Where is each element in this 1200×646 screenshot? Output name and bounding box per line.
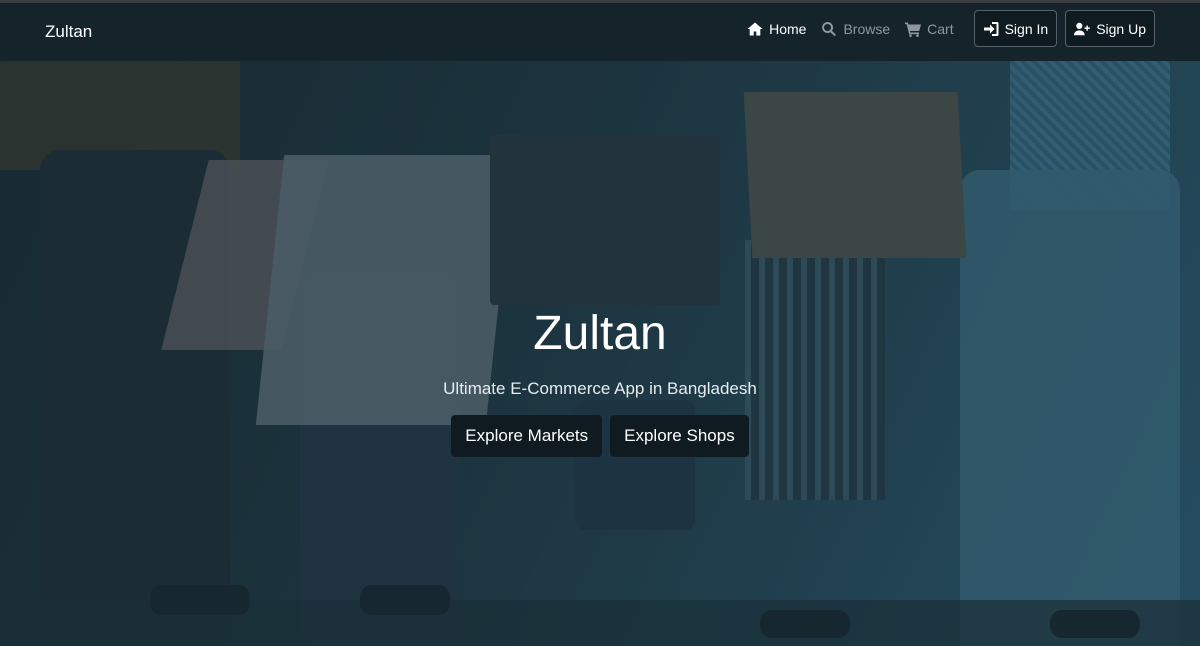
nav-browse-link[interactable]: Browse bbox=[821, 11, 890, 47]
nav-home-label: Home bbox=[769, 20, 807, 37]
nav-cart-link[interactable]: Cart bbox=[905, 11, 954, 47]
sign-in-icon bbox=[983, 21, 999, 36]
nav-home-link[interactable]: Home bbox=[747, 11, 806, 47]
user-plus-icon bbox=[1074, 22, 1091, 35]
nav-cart-label: Cart bbox=[927, 20, 954, 37]
hero-title: Zultan bbox=[533, 307, 667, 360]
explore-shops-button[interactable]: Explore Shops bbox=[610, 415, 749, 457]
navbar: Zultan Home Browse Cart Sign In Sign Up bbox=[0, 0, 1200, 61]
nav-browse-label: Browse bbox=[843, 20, 891, 37]
brand-link[interactable]: Zultan bbox=[45, 22, 92, 42]
search-icon bbox=[822, 21, 837, 36]
sign-in-label: Sign In bbox=[1004, 20, 1049, 37]
sign-in-button[interactable]: Sign In bbox=[973, 10, 1058, 47]
sign-up-button[interactable]: Sign Up bbox=[1065, 10, 1155, 47]
nav-links: Home Browse Cart Sign In Sign Up bbox=[732, 10, 1155, 47]
sign-up-label: Sign Up bbox=[1096, 20, 1146, 37]
hero-subtitle: Ultimate E-Commerce App in Bangladesh bbox=[443, 379, 757, 398]
hero-actions: Explore Markets Explore Shops bbox=[0, 415, 1200, 457]
home-icon bbox=[747, 22, 763, 35]
cart-icon bbox=[905, 22, 922, 37]
explore-markets-button[interactable]: Explore Markets bbox=[451, 415, 603, 457]
hero-section: Zultan Ultimate E-Commerce App in Bangla… bbox=[0, 0, 1200, 646]
